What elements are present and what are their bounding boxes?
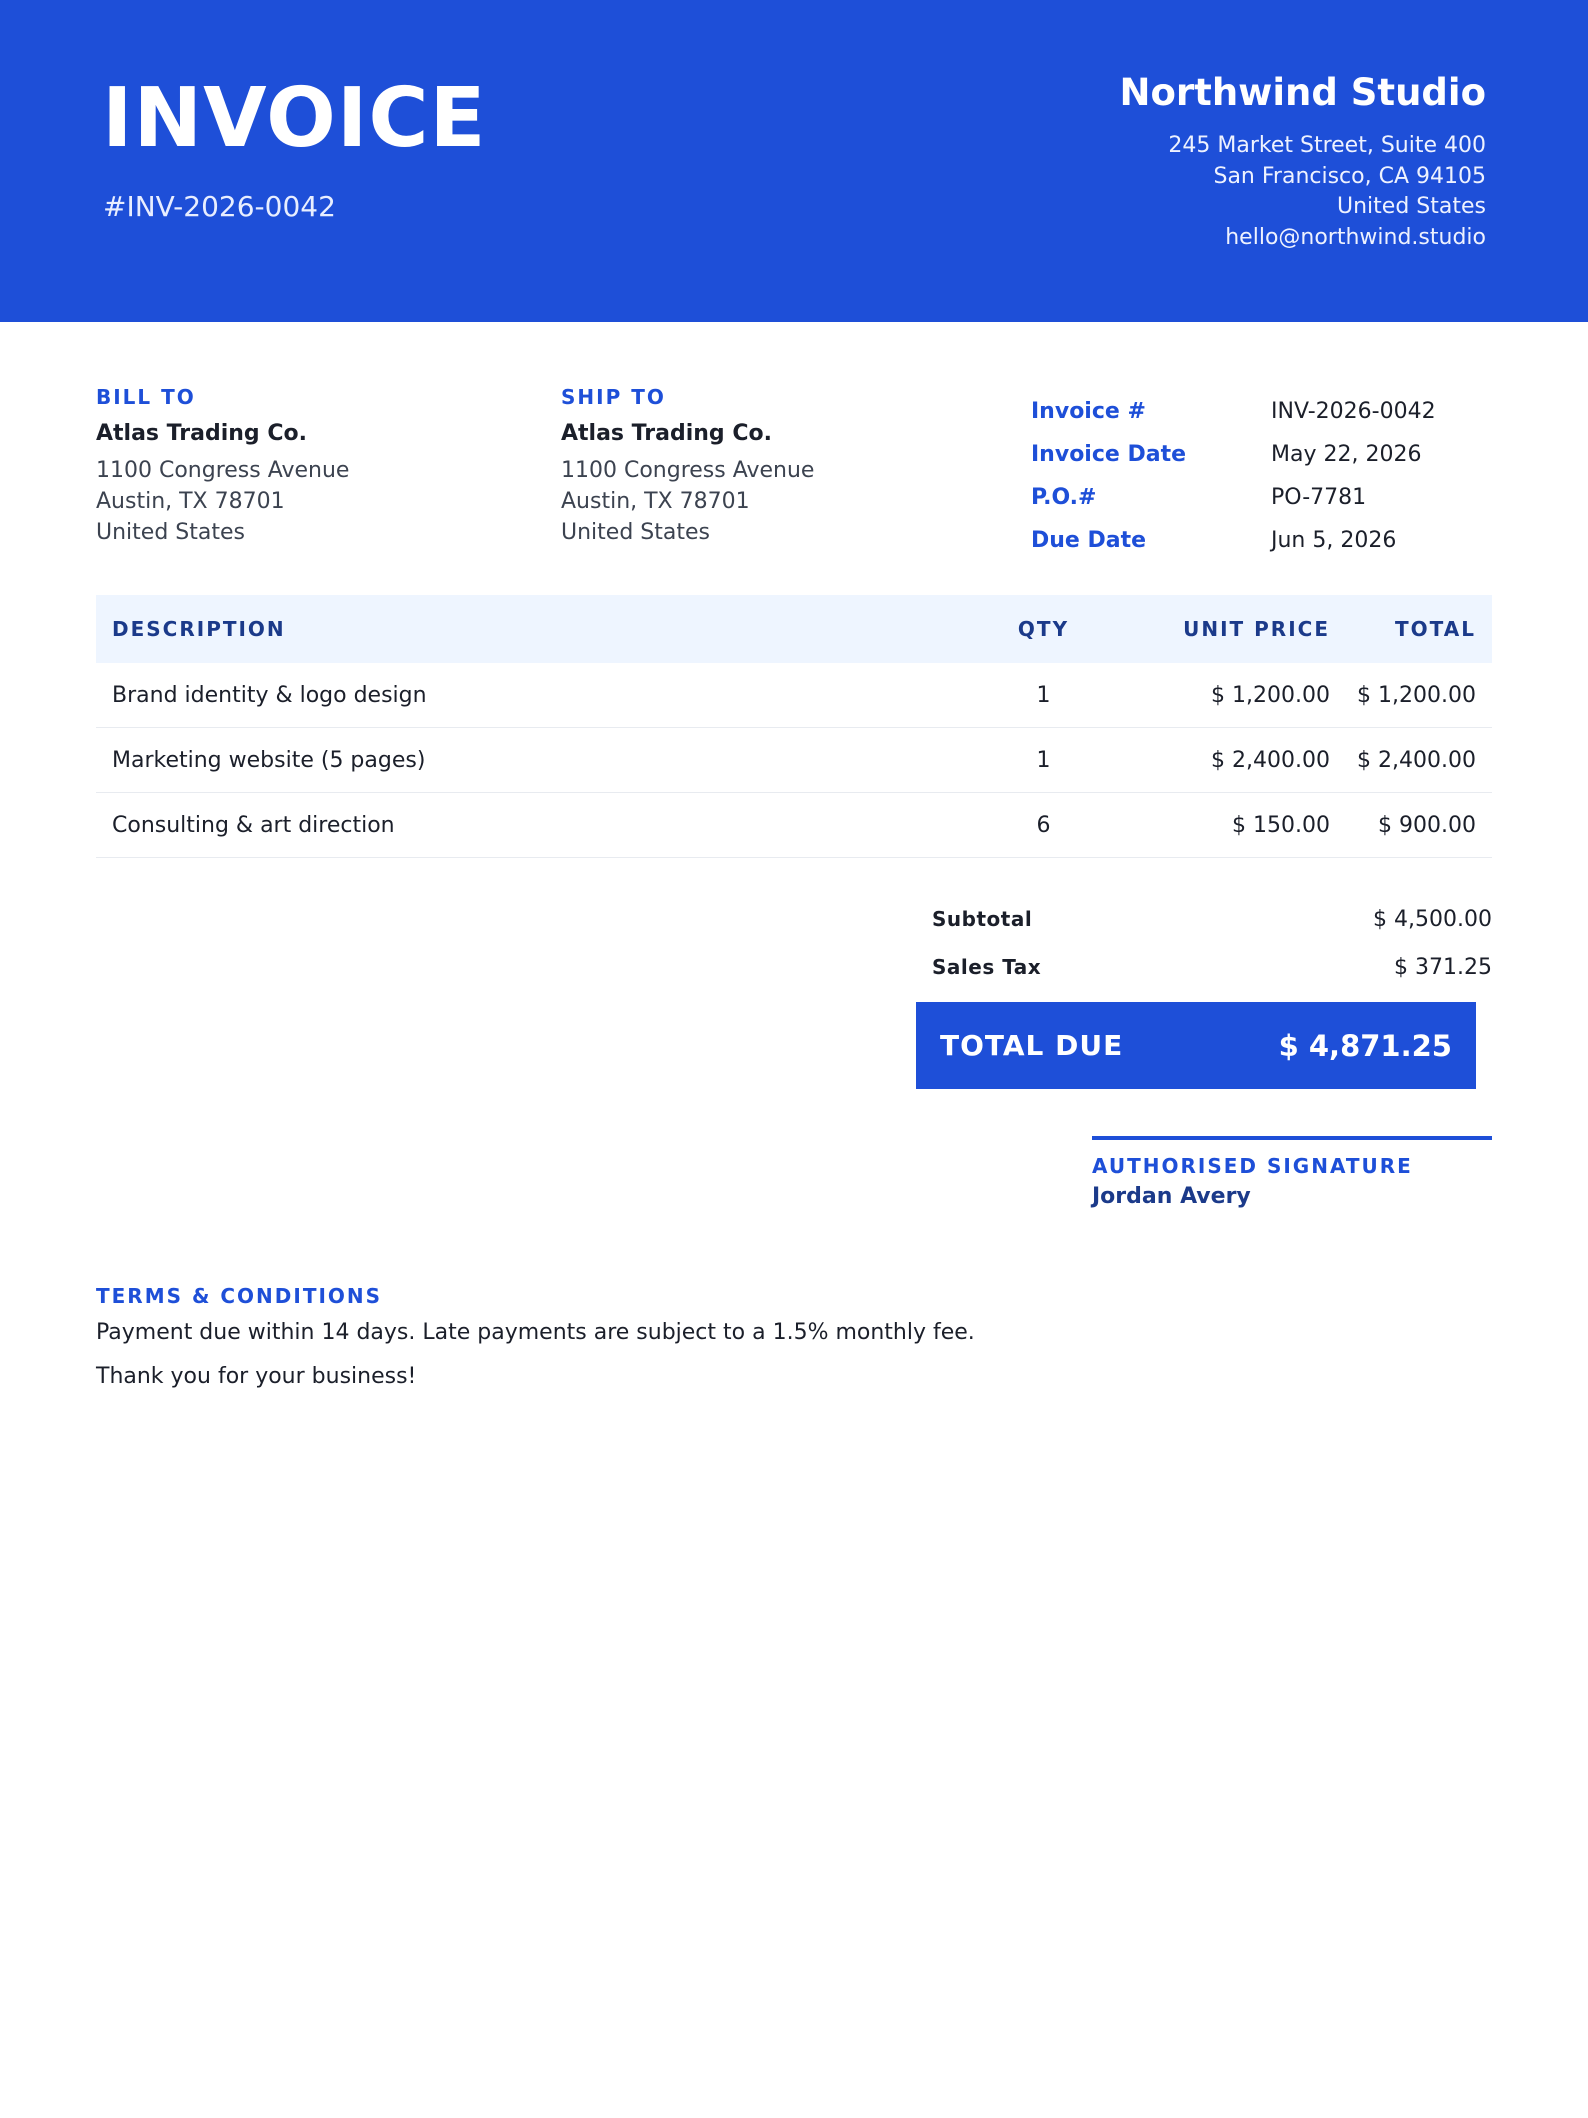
bill-to-label: BILL TO: [96, 385, 196, 409]
signature-line: [1092, 1136, 1492, 1140]
column-header-total: TOTAL: [1395, 617, 1476, 641]
subtotal-row: Subtotal $ 4,500.00: [932, 895, 1492, 943]
item-qty: 1: [1036, 747, 1051, 773]
meta-value: Jun 5, 2026: [1271, 528, 1397, 553]
item-qty: 6: [1036, 812, 1051, 838]
ship-to-line: 1100 Congress Avenue: [561, 458, 815, 483]
invoice-header: INVOICE #INV-2026-0042 Northwind Studio …: [0, 0, 1588, 322]
item-total: $ 2,400.00: [1357, 747, 1476, 773]
company-name: Northwind Studio: [1119, 71, 1487, 114]
subtotal-value: $ 4,500.00: [1373, 906, 1492, 932]
item-unit-price: $ 2,400.00: [1211, 747, 1330, 773]
company-info: Northwind Studio 245 Market Street, Suit…: [1120, 74, 1487, 253]
item-description: Brand identity & logo design: [112, 682, 427, 708]
ship-to-block: SHIP TO Atlas Trading Co. 1100 Congress …: [561, 387, 941, 548]
ship-to-line: Austin, TX 78701: [561, 489, 750, 514]
item-total: $ 1,200.00: [1357, 682, 1476, 708]
totals-block: Subtotal $ 4,500.00 Sales Tax $ 371.25: [932, 895, 1492, 991]
item-unit-price: $ 150.00: [1232, 812, 1330, 838]
terms-block: TERMS & CONDITIONS Payment due within 14…: [96, 1286, 1396, 1410]
company-address-line: United States: [1337, 194, 1486, 219]
signature-label: AUTHORISED SIGNATURE: [1092, 1154, 1413, 1178]
item-unit-price: $ 1,200.00: [1211, 682, 1330, 708]
ship-to-label: SHIP TO: [561, 385, 666, 409]
company-address-line: 245 Market Street, Suite 400: [1168, 133, 1486, 158]
total-due-box: TOTAL DUE $ 4,871.25: [916, 1002, 1476, 1089]
meta-label: Due Date: [1031, 528, 1147, 553]
meta-row-invoice-date: Invoice Date May 22, 2026: [1031, 433, 1491, 476]
signature-name: Jordan Avery: [1092, 1184, 1251, 1209]
column-header-unit-price: UNIT PRICE: [1183, 617, 1330, 641]
invoice-title: INVOICE: [102, 71, 487, 166]
sales-tax-label: Sales Tax: [932, 955, 1042, 979]
subtotal-label: Subtotal: [932, 907, 1033, 931]
column-header-description: DESCRIPTION: [112, 617, 286, 641]
meta-row-due-date: Due Date Jun 5, 2026: [1031, 519, 1491, 562]
bill-to-line: United States: [96, 520, 245, 545]
invoice-meta: Invoice # INV-2026-0042 Invoice Date May…: [1031, 390, 1491, 562]
thank-you-text: Thank you for your business!: [96, 1364, 417, 1389]
sales-tax-value: $ 371.25: [1394, 954, 1492, 980]
company-email: hello@northwind.studio: [1225, 224, 1486, 250]
meta-value: PO-7781: [1271, 485, 1367, 510]
item-total: $ 900.00: [1378, 812, 1476, 838]
company-address-line: San Francisco, CA 94105: [1213, 163, 1486, 189]
sales-tax-row: Sales Tax $ 371.25: [932, 943, 1492, 991]
terms-text: Payment due within 14 days. Late payment…: [96, 1320, 975, 1345]
line-items-table: DESCRIPTION QTY UNIT PRICE TOTAL Brand i…: [96, 595, 1492, 858]
meta-label: P.O.#: [1031, 485, 1097, 510]
invoice-number: #INV-2026-0042: [103, 190, 336, 223]
table-header-row: DESCRIPTION QTY UNIT PRICE TOTAL: [96, 595, 1492, 663]
item-description: Marketing website (5 pages): [112, 747, 426, 773]
total-due-value: $ 4,871.25: [1278, 1028, 1452, 1063]
bill-to-block: BILL TO Atlas Trading Co. 1100 Congress …: [96, 387, 476, 548]
total-due-label: TOTAL DUE: [940, 1029, 1124, 1062]
ship-to-name: Atlas Trading Co.: [561, 421, 772, 446]
meta-row-po: P.O.# PO-7781: [1031, 476, 1491, 519]
terms-label: TERMS & CONDITIONS: [96, 1284, 383, 1308]
table-row: Marketing website (5 pages) 1 $ 2,400.00…: [96, 728, 1492, 793]
meta-label: Invoice #: [1031, 399, 1146, 424]
table-row: Consulting & art direction 6 $ 150.00 $ …: [96, 793, 1492, 858]
column-header-qty: QTY: [1017, 617, 1070, 641]
meta-value: May 22, 2026: [1271, 442, 1422, 467]
meta-row-invoice-number: Invoice # INV-2026-0042: [1031, 390, 1491, 433]
bill-to-line: 1100 Congress Avenue: [96, 458, 350, 483]
meta-label: Invoice Date: [1031, 442, 1187, 467]
bill-to-line: Austin, TX 78701: [96, 489, 285, 514]
meta-value: INV-2026-0042: [1271, 399, 1436, 424]
ship-to-line: United States: [561, 520, 710, 545]
item-qty: 1: [1036, 682, 1051, 708]
item-description: Consulting & art direction: [112, 812, 395, 838]
table-row: Brand identity & logo design 1 $ 1,200.0…: [96, 663, 1492, 728]
bill-to-name: Atlas Trading Co.: [96, 421, 307, 446]
signature-block: AUTHORISED SIGNATURE Jordan Avery: [1092, 1136, 1492, 1208]
